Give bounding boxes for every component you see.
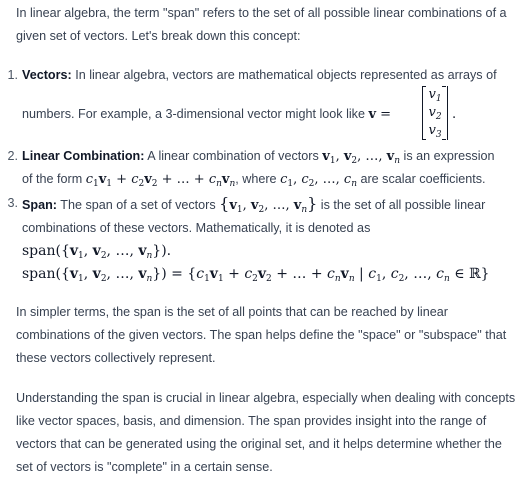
term-span: Span: — [22, 198, 57, 212]
list-number: 3. — [7, 196, 18, 210]
list-number: 2. — [7, 149, 18, 163]
math-coefficients: c1, c2, …, cn — [280, 172, 357, 189]
conclusion-paragraph: Understanding the span is crucial in lin… — [16, 391, 516, 474]
intro-paragraph: In linear algebra, the term "span" refer… — [16, 6, 507, 43]
list-item-text: Span: The span of a set of vectors {v1, … — [22, 194, 490, 284]
list-item-text: Linear Combination: A linear combination… — [22, 149, 495, 189]
math-span-notation: span({v1, v2, …, vn}). — [22, 243, 172, 261]
math-span-definition: span({v1, v2, …, vn}) = {c1v1 + c2v2 + …… — [22, 266, 490, 284]
term-linear-combination: Linear Combination: — [22, 149, 145, 163]
list-number: 1. — [7, 68, 18, 82]
vector-example-text: numbers. For example, a 3-dimensional ve… — [22, 107, 365, 121]
math-vector-set: {v1, v2, …, vn} — [219, 194, 318, 215]
math-vector-v: v = — [368, 107, 392, 122]
document: In linear algebra, the term "span" refer… — [0, 0, 531, 482]
term-vectors: Vectors: — [22, 68, 72, 82]
math-vector-list: v1, v2, …, vn — [322, 149, 401, 166]
summary-paragraph: In simpler terms, the span is the set of… — [16, 305, 507, 365]
vector-period: . — [452, 107, 457, 122]
vector-example-line: numbers. For example, a 3-dimensional ve… — [22, 82, 527, 144]
math-linear-combination: c1v1 + c2v2 + … + cnvn — [85, 172, 236, 189]
